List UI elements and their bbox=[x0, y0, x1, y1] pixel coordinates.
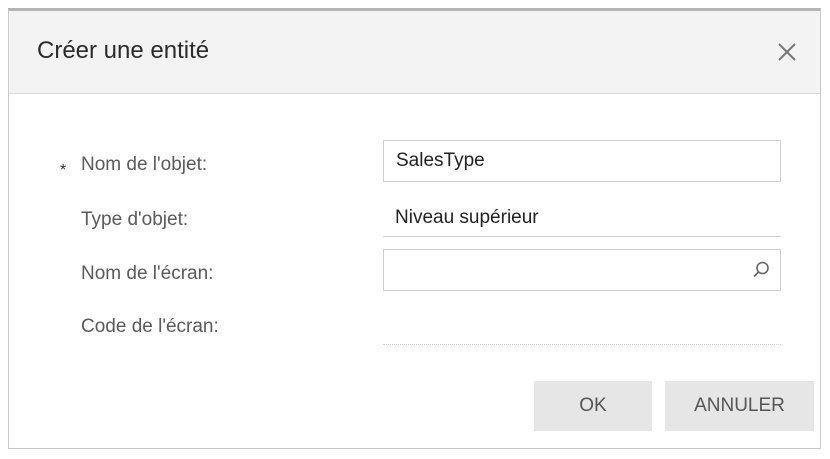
cancel-button[interactable]: ANNULER bbox=[665, 381, 814, 431]
close-button[interactable] bbox=[772, 37, 802, 67]
screen-name-input[interactable] bbox=[383, 249, 781, 291]
object-type-label: Type d'objet: bbox=[81, 209, 189, 230]
search-icon[interactable] bbox=[751, 260, 771, 280]
screen-name-label: Nom de l'écran: bbox=[81, 263, 214, 284]
close-icon bbox=[778, 43, 796, 61]
create-entity-dialog: Créer une entité * Nom de l'objet: Type … bbox=[8, 8, 821, 449]
dialog-title: Créer une entité bbox=[37, 37, 210, 64]
object-name-input[interactable] bbox=[383, 140, 781, 182]
object-type-value: Niveau supérieur bbox=[383, 203, 781, 237]
screen-code-value bbox=[383, 344, 781, 345]
screen-code-label: Code de l'écran: bbox=[81, 316, 219, 337]
ok-button[interactable]: OK bbox=[534, 381, 652, 431]
dialog-header: Créer une entité bbox=[9, 11, 820, 94]
screen-name-lookup bbox=[383, 249, 781, 291]
required-marker: * bbox=[60, 162, 67, 179]
object-name-label: Nom de l'objet: bbox=[81, 154, 208, 175]
